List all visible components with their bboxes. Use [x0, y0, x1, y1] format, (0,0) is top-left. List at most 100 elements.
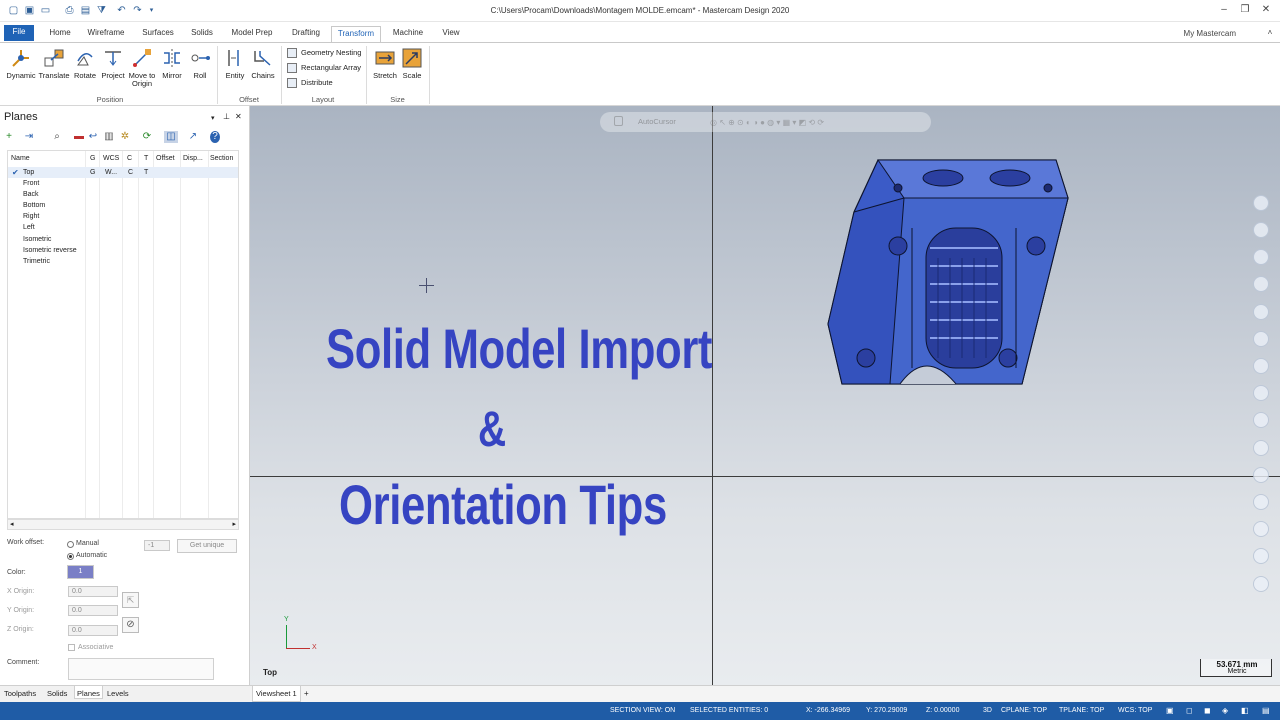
add-viewsheet-button[interactable]: + [304, 689, 309, 698]
tab-solids-panel[interactable]: Solids [47, 689, 67, 698]
associative-checkbox[interactable] [68, 644, 75, 651]
settings-icon[interactable] [1253, 548, 1269, 564]
add-plane-icon[interactable]: + [4, 131, 14, 143]
mode-toggle[interactable]: 3D [983, 707, 992, 714]
get-unique-button[interactable]: Get unique [177, 539, 237, 553]
wcs-status[interactable]: WCS: TOP [1118, 707, 1152, 714]
horizontal-scrollbar[interactable]: ◂ ▸ [7, 519, 239, 530]
translucency-icon[interactable]: ◈ [1222, 706, 1228, 715]
column-header-name[interactable]: Name [11, 155, 30, 162]
panel-menu-icon[interactable]: ▾ [211, 114, 215, 122]
new-file-icon[interactable]: ▢ [8, 5, 19, 16]
section-view-status[interactable]: SECTION VIEW: ON [610, 707, 675, 714]
layers-icon[interactable] [1253, 412, 1269, 428]
table-row[interactable]: Bottom [8, 200, 238, 211]
stack-icon[interactable] [1253, 521, 1269, 537]
minimize-icon[interactable]: – [1217, 4, 1231, 16]
dynamic-button[interactable]: Dynamic [6, 47, 36, 93]
project-button[interactable]: Project [99, 47, 127, 93]
undo-icon[interactable]: ↶ [116, 5, 127, 16]
close-icon[interactable]: ✕ [1259, 4, 1273, 16]
scroll-left-icon[interactable]: ◂ [10, 520, 14, 528]
save-icon[interactable]: ▣ [24, 5, 35, 16]
roll-button[interactable]: Roll [188, 47, 212, 93]
previous-plane-icon[interactable]: ↩ [88, 131, 98, 143]
function-icon[interactable] [1253, 276, 1269, 292]
color-swatch[interactable]: 1 [67, 565, 94, 579]
column-header-section[interactable]: Section [210, 155, 233, 162]
rotate-button[interactable]: Rotate [72, 47, 98, 93]
y-origin-field[interactable]: 0.0 [68, 605, 118, 616]
section-icon[interactable] [1253, 385, 1269, 401]
entity-button[interactable]: Entity [222, 47, 248, 93]
tplane-status[interactable]: TPLANE: TOP [1059, 707, 1104, 714]
clear-origin-icon[interactable]: ⊘ [122, 617, 139, 633]
column-header-display[interactable]: Disp... [183, 155, 203, 162]
translate-button[interactable]: Translate [37, 47, 71, 93]
dimension-icon[interactable] [1253, 331, 1269, 347]
open-folder-icon[interactable]: ▭ [40, 5, 51, 16]
column-header-wcs[interactable]: WCS [103, 155, 119, 162]
filter-view-icon[interactable] [1253, 494, 1269, 510]
move-to-origin-button[interactable]: Move to Origin [127, 47, 157, 93]
measure-icon[interactable] [1253, 222, 1269, 238]
autocursor-toolbar[interactable]: AutoCursor ◎ ↖ ⊕ ⊙ ◐ ◑ ● ◍ ▾ ▦ ▾ ◩ ⟲ ⟳ [600, 112, 931, 132]
zoom-in-icon[interactable] [1253, 195, 1269, 211]
table-row[interactable]: Isometric [8, 234, 238, 245]
my-mastercam-link[interactable]: My Mastercam [1184, 29, 1236, 38]
mirror-button[interactable]: Mirror [158, 47, 186, 93]
tools-icon[interactable] [1253, 358, 1269, 374]
comment-field[interactable] [68, 658, 214, 680]
graphics-viewport[interactable]: AutoCursor ◎ ↖ ⊕ ⊙ ◐ ◑ ● ◍ ▾ ▦ ▾ ◩ ⟲ ⟳ S… [250, 106, 1280, 685]
view-cube-icon[interactable] [1253, 304, 1269, 320]
geometry-nesting-button[interactable]: Geometry Nesting [287, 47, 361, 59]
save-as-icon[interactable]: ▤ [80, 5, 91, 16]
column-header-g[interactable]: G [90, 155, 95, 162]
table-row[interactable]: Back [8, 189, 238, 200]
automatic-radio[interactable] [67, 553, 74, 560]
tab-drafting[interactable]: Drafting [284, 26, 328, 42]
tab-file[interactable]: File [4, 25, 34, 41]
stretch-button[interactable]: Stretch [371, 47, 399, 93]
table-row[interactable]: ✔ Top G W... C T [8, 167, 238, 178]
viewsheet-tab[interactable]: Viewsheet 1 [252, 686, 301, 702]
highlight-icon[interactable]: ▤ [1262, 706, 1270, 715]
column-header-c[interactable]: C [127, 155, 132, 162]
table-row[interactable]: Front [8, 178, 238, 189]
analyze-icon[interactable] [1253, 467, 1269, 483]
find-icon[interactable]: ⌕ [52, 131, 62, 143]
pin-icon[interactable]: ⊥ [223, 112, 230, 121]
curve-icon[interactable] [1253, 249, 1269, 265]
manual-radio[interactable] [67, 541, 74, 548]
tab-toolpaths[interactable]: Toolpaths [4, 689, 36, 698]
z-origin-field[interactable]: 0.0 [68, 625, 118, 636]
table-row[interactable]: Right [8, 211, 238, 222]
tab-solids[interactable]: Solids [186, 26, 218, 42]
tab-transform[interactable]: Transform [331, 26, 381, 42]
restore-icon[interactable]: ❐ [1238, 4, 1252, 16]
tab-home[interactable]: Home [44, 26, 76, 42]
solid-model[interactable] [826, 158, 1072, 388]
print-icon[interactable]: ⎙ [64, 5, 75, 16]
tab-surfaces[interactable]: Surfaces [138, 26, 178, 42]
wireframe-icon[interactable]: ◻ [1186, 706, 1193, 715]
column-header-t[interactable]: T [144, 155, 148, 162]
rectangular-array-button[interactable]: Rectangular Array [287, 62, 361, 74]
redo-icon[interactable]: ↷ [132, 5, 143, 16]
scroll-right-icon[interactable]: ▸ [232, 520, 236, 528]
plane-from-geometry-icon[interactable]: ⇥ [24, 131, 34, 143]
plane-options-icon[interactable]: ↗ [188, 131, 198, 143]
table-row[interactable]: Isometric reverse [8, 245, 238, 256]
column-header-offset[interactable]: Offset [156, 155, 175, 162]
settings-gear-icon[interactable]: ✲ [120, 131, 130, 143]
lock-icon[interactable] [614, 116, 623, 126]
display-plane-icon[interactable]: ▥ [104, 131, 114, 143]
panel-close-icon[interactable]: ✕ [235, 112, 242, 121]
shaded-icon[interactable]: ◼ [1204, 706, 1211, 715]
table-row[interactable]: Left [8, 222, 238, 233]
clear-icon[interactable] [1253, 576, 1269, 592]
point-style-icon[interactable]: ◎ ↖ ⊕ ⊙ ◐ ◑ ● ◍ ▾ ▦ ▾ ◩ ⟲ ⟳ [710, 118, 824, 127]
scale-button[interactable]: Scale [400, 47, 424, 93]
reset-icon[interactable]: ▬ [74, 131, 84, 143]
collapse-ribbon-icon[interactable]: ˄ [1263, 27, 1277, 39]
